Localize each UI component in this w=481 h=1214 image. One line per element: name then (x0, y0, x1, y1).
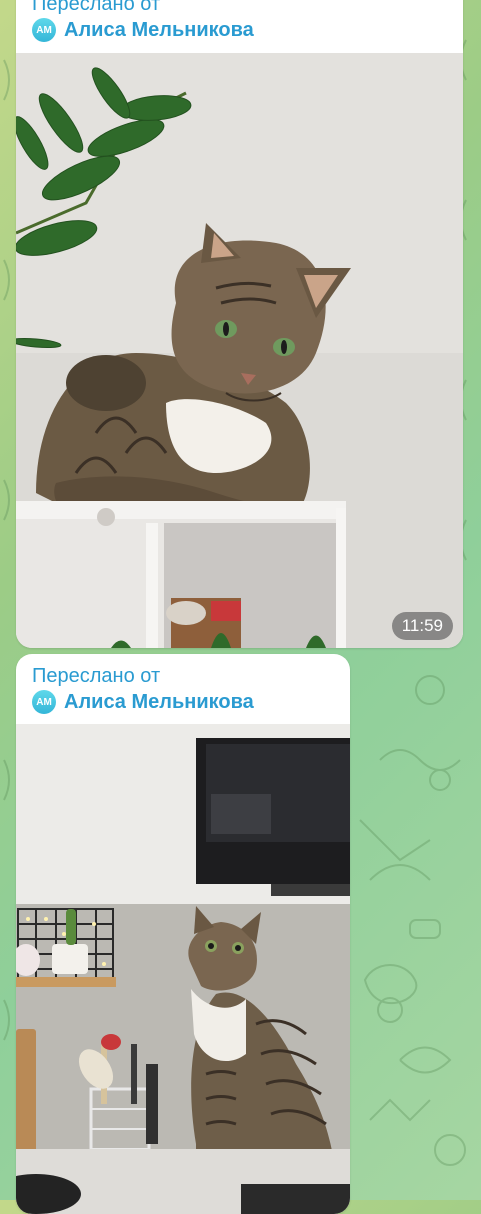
message-time: 11:59 (391, 612, 453, 640)
author-name[interactable]: Алиса Мельникова (64, 690, 254, 714)
forwarded-from-label: Переслано от (32, 0, 161, 15)
forward-header[interactable]: Переслано от АМ Алиса Мельникова (16, 654, 350, 716)
white-shelf (16, 501, 346, 648)
author-name[interactable]: Алиса Мельникова (64, 18, 254, 42)
forwarded-from-label: Переслано от (32, 665, 161, 687)
forwarded-photo-message[interactable]: Переслано от АМ Алиса Мельникова (16, 0, 463, 648)
tv (196, 738, 350, 896)
cat-photo-image (16, 53, 463, 648)
avatar[interactable]: АМ (32, 690, 56, 714)
forwarded-photo-message[interactable]: Переслано от АМ Алиса Мельникова (16, 654, 350, 1214)
forward-author[interactable]: АМ Алиса Мельникова (32, 18, 447, 42)
forward-header[interactable]: Переслано от АМ Алиса Мельникова (16, 0, 463, 44)
avatar[interactable]: АМ (32, 18, 56, 42)
cat-photo-image (16, 724, 350, 1214)
forward-author[interactable]: АМ Алиса Мельникова (32, 690, 334, 714)
photo-cat-on-shelf[interactable]: 11:59 (16, 53, 463, 648)
photo-cat-in-kitchen[interactable] (16, 724, 350, 1214)
